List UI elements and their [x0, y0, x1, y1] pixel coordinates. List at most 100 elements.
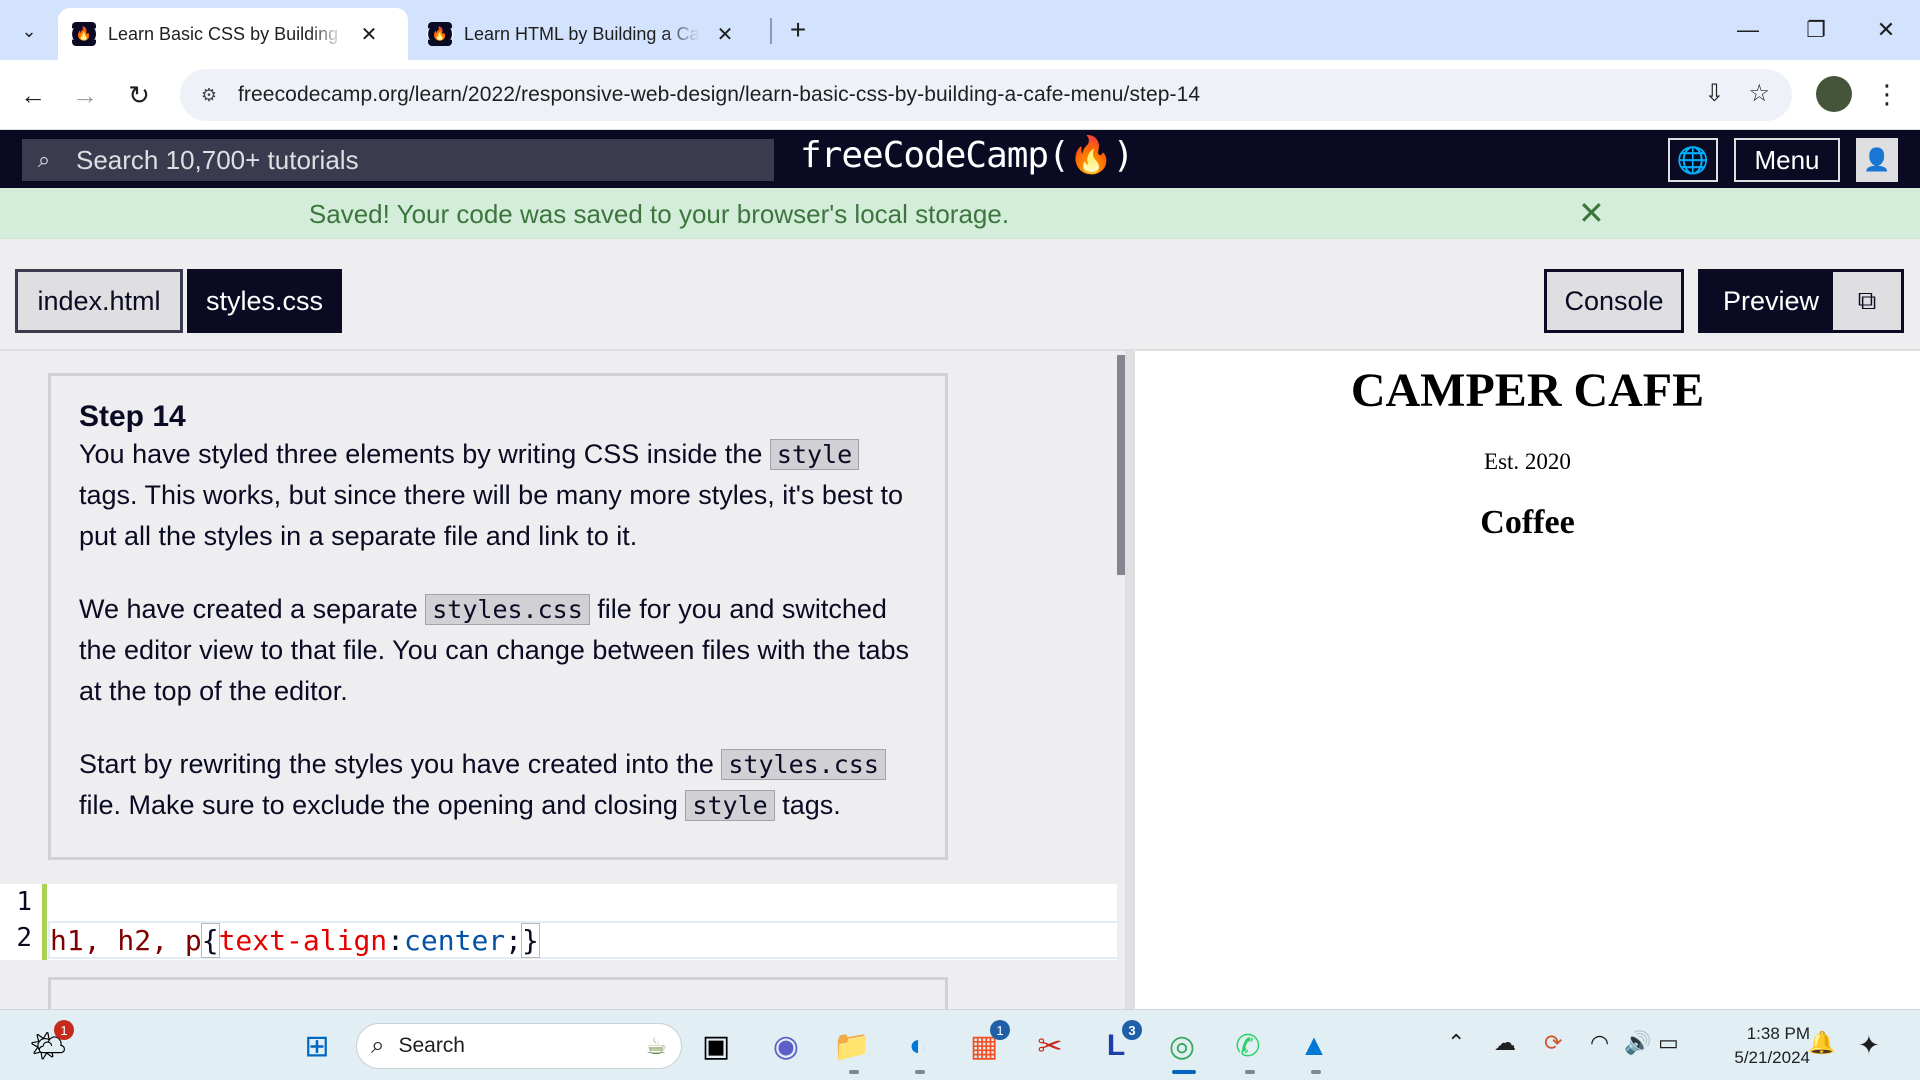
- tab-title: Learn Basic CSS by Building a Cafe Menu: [108, 23, 344, 44]
- browser-tab[interactable]: (🔥) Learn HTML by Building a Cat Photo A…: [414, 8, 764, 60]
- close-tab-icon[interactable]: ✕: [358, 22, 380, 47]
- instruction-paragraph: We have created a separate styles.css fi…: [79, 589, 917, 712]
- browser-toolbar: ← → ↻ ⚙ freecodecamp.org/learn/2022/resp…: [0, 60, 1920, 130]
- fcc-favicon-icon: (🔥): [68, 22, 100, 46]
- preview-button[interactable]: Preview ⧉: [1698, 269, 1904, 333]
- new-tab-button[interactable]: +: [780, 12, 816, 48]
- browser-menu-icon[interactable]: ⋮: [1872, 76, 1902, 112]
- sync-icon[interactable]: ⟳: [1544, 1030, 1562, 1056]
- system-clock[interactable]: 1:38 PM 5/21/2024: [1700, 1022, 1810, 1070]
- language-globe-icon[interactable]: 🌐: [1668, 138, 1718, 182]
- install-app-icon[interactable]: ⇩: [1704, 79, 1724, 108]
- running-indicator: [1245, 1070, 1255, 1074]
- site-info-icon[interactable]: ⚙: [194, 80, 224, 110]
- search-placeholder: Search 10,700+ tutorials: [76, 144, 359, 175]
- weather-widget-icon[interactable]: 🌤 1: [26, 1020, 74, 1068]
- preview-est-text: Est. 2020: [1484, 449, 1571, 474]
- notification-badge: 1: [54, 1020, 74, 1040]
- search-icon: ⌕: [37, 147, 51, 172]
- restore-button[interactable]: ❐: [1794, 10, 1838, 50]
- fcc-navbar: ⌕ Search 10,700+ tutorials freeCodeCamp(…: [0, 130, 1920, 188]
- whatsapp-icon[interactable]: ✆: [1226, 1024, 1270, 1068]
- pane-splitter[interactable]: [1125, 351, 1135, 1009]
- taskbar-search-label: Search: [398, 1034, 465, 1057]
- step-title: Step 14: [79, 400, 186, 433]
- edge-browser-icon[interactable]: ◐: [896, 1024, 940, 1068]
- teams-chat-icon[interactable]: ◉: [764, 1024, 808, 1068]
- close-window-button[interactable]: ✕: [1864, 10, 1908, 50]
- notification-bell-icon[interactable]: 🔔: [1808, 1030, 1835, 1056]
- flash-text: Saved! Your code was saved to your brows…: [308, 199, 1010, 229]
- minimize-button[interactable]: —: [1726, 10, 1770, 50]
- volume-icon[interactable]: 🔊: [1624, 1030, 1651, 1056]
- tab-index-html[interactable]: index.html: [15, 269, 183, 333]
- popout-preview-icon[interactable]: ⧉: [1833, 272, 1901, 330]
- close-flash-icon[interactable]: ✕: [1578, 194, 1605, 232]
- show-hidden-icons-chevron-icon[interactable]: ⌃: [1447, 1030, 1465, 1056]
- fcc-logo[interactable]: freeCodeCamp(🔥): [800, 134, 1134, 176]
- notification-badge: 1: [990, 1020, 1010, 1040]
- menu-button[interactable]: Menu: [1734, 138, 1840, 182]
- bookmark-star-icon[interactable]: ☆: [1748, 79, 1770, 108]
- css-close-brace: }: [521, 923, 540, 958]
- snipping-tool-icon[interactable]: ✂: [1028, 1024, 1072, 1068]
- editor-pane: Step 14 You have styled three elements b…: [0, 351, 1120, 1009]
- test-panel-top: [48, 977, 948, 1009]
- user-avatar-icon[interactable]: 👤: [1856, 138, 1898, 182]
- line-number-gutter: 1 2: [0, 884, 40, 960]
- file-explorer-icon[interactable]: 📁: [830, 1024, 874, 1068]
- text: Start by rewriting the styles you have c…: [79, 749, 714, 779]
- console-button[interactable]: Console: [1544, 269, 1684, 333]
- css-property: text-align: [218, 924, 388, 957]
- css-open-brace: {: [200, 923, 220, 958]
- forward-button[interactable]: →: [66, 76, 104, 114]
- css-colon: :: [387, 924, 405, 957]
- clock-date: 5/21/2024: [1734, 1048, 1810, 1067]
- reload-button[interactable]: ↻: [120, 76, 158, 114]
- chrome-icon[interactable]: ◎: [1160, 1024, 1204, 1068]
- inline-code: style: [685, 790, 775, 821]
- tab-separator: [770, 18, 772, 44]
- running-indicator: [915, 1070, 925, 1074]
- preview-subheading: Coffee: [1480, 504, 1575, 541]
- wifi-icon[interactable]: ◠: [1590, 1030, 1609, 1056]
- code-line-2[interactable]: h1, h2, p{text-align:center;}: [48, 921, 1120, 959]
- tutorial-search-input[interactable]: ⌕ Search 10,700+ tutorials: [22, 139, 774, 181]
- css-selector: h1, h2, p: [50, 924, 202, 957]
- browser-tabstrip: ⌄ (🔥) Learn Basic CSS by Building a Cafe…: [0, 0, 1920, 60]
- tab-search-button[interactable]: ⌄: [10, 14, 48, 48]
- notification-badge: 3: [1122, 1020, 1142, 1040]
- back-button[interactable]: ←: [14, 76, 52, 114]
- running-indicator: [1311, 1070, 1321, 1074]
- profile-avatar[interactable]: [1816, 76, 1852, 112]
- microsoft-store-icon[interactable]: ▦ 1: [962, 1020, 1010, 1068]
- battery-icon[interactable]: ▭: [1658, 1030, 1679, 1056]
- text: We have created a separate: [79, 594, 418, 624]
- task-view-icon[interactable]: ▣: [694, 1024, 738, 1068]
- preview-heading: CAMPER CAFE: [1350, 364, 1705, 417]
- start-windows-icon[interactable]: ⊞: [295, 1024, 339, 1068]
- tab-styles-css[interactable]: styles.css: [187, 269, 342, 333]
- url-text[interactable]: freecodecamp.org/learn/2022/responsive-w…: [238, 83, 1200, 107]
- editor-scrollbar[interactable]: [1117, 351, 1125, 1009]
- address-bar[interactable]: ⚙ freecodecamp.org/learn/2022/responsive…: [180, 69, 1792, 121]
- photos-app-icon[interactable]: ▲: [1292, 1024, 1336, 1068]
- copilot-icon[interactable]: ✦: [1858, 1030, 1880, 1061]
- taskbar-search[interactable]: ⌕ Search ☕: [356, 1023, 682, 1069]
- launcher-app-icon[interactable]: L3: [1094, 1020, 1142, 1068]
- css-semicolon: ;: [505, 924, 523, 957]
- challenge-description: Step 14 You have styled three elements b…: [48, 373, 948, 860]
- browser-tab-active[interactable]: (🔥) Learn Basic CSS by Building a Cafe M…: [58, 8, 408, 60]
- scrollbar-thumb[interactable]: [1117, 355, 1125, 575]
- code-editor[interactable]: 1 2 h1, h2, p{text-align:center;}: [0, 884, 1120, 960]
- tab-title: Learn HTML by Building a Cat Photo App: [464, 23, 700, 44]
- css-value: center: [404, 924, 506, 957]
- save-flash-message: Saved! Your code was saved to your brows…: [0, 188, 1920, 239]
- onedrive-cloud-icon[interactable]: ☁: [1494, 1030, 1516, 1056]
- fcc-favicon-icon: (🔥): [424, 22, 456, 46]
- inline-code: styles.css: [425, 594, 590, 625]
- close-tab-icon[interactable]: ✕: [714, 22, 736, 47]
- line-number: 2: [16, 923, 32, 953]
- instruction-paragraph: Start by rewriting the styles you have c…: [79, 744, 917, 826]
- inline-code: styles.css: [721, 749, 886, 780]
